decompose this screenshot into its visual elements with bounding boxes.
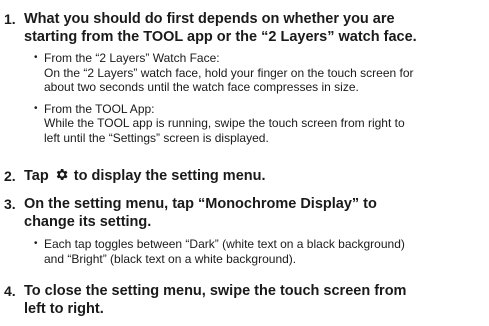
gear-icon — [54, 167, 69, 182]
bullet-text-line-2: left until the “Settings” screen is disp… — [44, 130, 269, 145]
bullet-dot: • — [34, 52, 38, 63]
bullet-dot: • — [34, 102, 38, 114]
step-2-title-after: to display the setting menu. — [73, 168, 266, 184]
step-1-title: What you should do first depends on whet… — [24, 10, 484, 46]
step-3-number: 3. — [4, 196, 16, 212]
step-3-title: On the setting menu, tap “Monochrome Dis… — [24, 195, 484, 231]
bullet-text-line-2: about two seconds until the watch face c… — [44, 80, 359, 94]
step-1-title-line-2: starting from the TOOL app or the “2 Lay… — [24, 29, 417, 45]
step-2-number: 2. — [4, 168, 16, 184]
step-1-title-line-1: What you should do first depends on whet… — [24, 11, 395, 27]
bullet-heading: From the “2 Layers” Watch Face: — [44, 51, 220, 65]
step-4-title-line-1: To close the setting menu, swipe the tou… — [24, 283, 407, 299]
step-4-number: 4. — [4, 283, 16, 299]
step-3-title-line-1: On the setting menu, tap “Monochrome Dis… — [24, 196, 377, 212]
bullet-text-line-1: Each tap toggles between “Dark” (white t… — [44, 237, 405, 251]
step-3-bullets: • Each tap toggles between “Dark” (white… — [34, 237, 484, 266]
step-3-title-line-2: change its setting. — [24, 214, 152, 230]
step-4-title-line-2: left to right. — [24, 301, 104, 317]
step-1-bullet-tool-app: • From the TOOL App: While the TOOL app … — [34, 102, 484, 146]
step-3-bullet: • Each tap toggles between “Dark” (white… — [34, 237, 484, 266]
bullet-text-line-2: and “Bright” (black text on a white back… — [44, 251, 297, 266]
step-1-bullet-watch-face: • From the “2 Layers” Watch Face: On the… — [34, 51, 484, 95]
step-2-title: Tap to display the setting menu. — [24, 167, 484, 185]
step-1-bullets: • From the “2 Layers” Watch Face: On the… — [34, 51, 484, 145]
bullet-text-line-1: While the TOOL app is running, swipe the… — [44, 116, 405, 130]
bullet-dot: • — [34, 238, 38, 249]
bullet-text-line-1: On the “2 Layers” watch face, hold your … — [44, 65, 414, 80]
step-1-number: 1. — [4, 11, 16, 27]
step-4-title: To close the setting menu, swipe the tou… — [24, 282, 484, 318]
step-2-title-before: Tap — [24, 168, 49, 184]
instruction-steps: 1. What you should do first depends on w… — [0, 0, 489, 326]
bullet-heading: From the TOOL App: — [44, 101, 155, 116]
